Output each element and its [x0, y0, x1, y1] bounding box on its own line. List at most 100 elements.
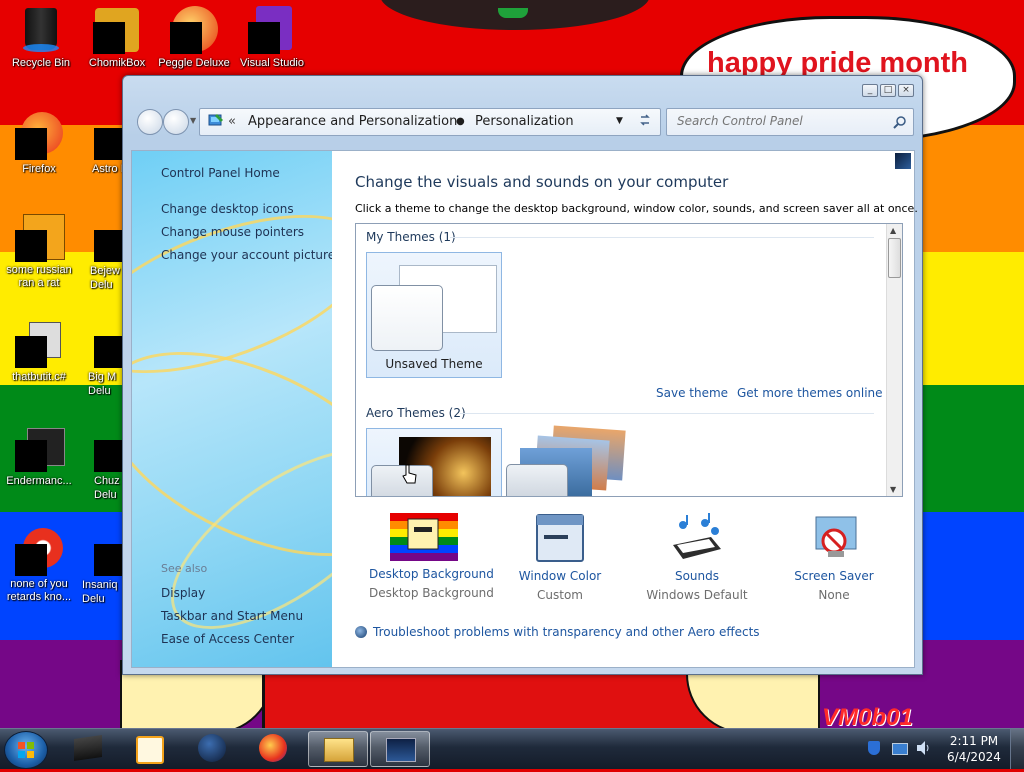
taskbar-app-window[interactable]: [370, 731, 430, 767]
search-input[interactable]: [675, 113, 889, 129]
get-more-themes-online-link[interactable]: Get more themes online: [737, 386, 883, 400]
change-desktop-icons-link[interactable]: Change desktop icons: [161, 202, 294, 216]
desktop-background-item[interactable]: Desktop Background Desktop Background: [369, 513, 494, 600]
search-box: [666, 108, 914, 136]
desktop-icon-visual-studio[interactable]: Visual Studio: [231, 6, 313, 70]
aero-theme-tile-2[interactable]: [506, 425, 626, 496]
taskbar-and-start-menu-link[interactable]: Taskbar and Start Menu: [161, 609, 303, 623]
security-shield-icon[interactable]: [868, 741, 880, 755]
control-panel-icon: [208, 112, 224, 128]
screen-saver-item[interactable]: Screen Saver None: [779, 513, 889, 602]
mouse-cursor-icon: [401, 463, 419, 489]
control-panel-icon: [324, 738, 354, 762]
control-panel-home-link[interactable]: Control Panel Home: [161, 166, 280, 180]
taskbar-app-globe[interactable]: [184, 731, 242, 765]
show-desktop-button[interactable]: [1010, 729, 1024, 769]
breadcrumb-personalization[interactable]: Personalization: [475, 114, 574, 129]
app-window-icon: [386, 738, 416, 762]
sounds-title[interactable]: Sounds: [642, 569, 752, 583]
scroll-down-icon[interactable]: ▼: [890, 485, 896, 494]
caption-buttons: _ □ ×: [862, 84, 914, 97]
ease-of-access-center-link[interactable]: Ease of Access Center: [161, 632, 294, 646]
desktop-icon-endermanch[interactable]: Endermanc...: [0, 424, 80, 488]
search-icon[interactable]: [893, 114, 907, 133]
desktop-background-icon: [390, 513, 458, 561]
forward-button[interactable]: [163, 109, 189, 135]
screen-saver-icon: [808, 513, 860, 563]
aero-theme-tile-1[interactable]: [366, 428, 502, 496]
address-bar[interactable]: « Appearance and Personalization ● Perso…: [199, 108, 661, 136]
address-dropdown-icon[interactable]: ▼: [616, 116, 623, 126]
maximize-button[interactable]: □: [880, 84, 896, 97]
theme-preview-window: [506, 464, 568, 496]
display-link[interactable]: Display: [161, 586, 205, 600]
clock-date: 6/4/2024: [947, 750, 1001, 764]
taskbar-media-player[interactable]: [120, 731, 178, 765]
main-pane: Change the visuals and sounds on your co…: [332, 151, 918, 667]
clock[interactable]: 2:11 PM 6/4/2024: [944, 733, 1004, 765]
taskbar-firefox[interactable]: [244, 731, 302, 765]
troubleshoot-link-text[interactable]: Troubleshoot problems with transparency …: [373, 625, 760, 639]
theme-list-scrollbar[interactable]: ▲ ▼: [886, 224, 902, 496]
desktop-icon-label: Endermanc...: [6, 475, 72, 487]
window-color-item[interactable]: Window Color Custom: [505, 513, 615, 602]
breadcrumb-overflow-icon[interactable]: «: [228, 114, 236, 129]
change-mouse-pointers-link[interactable]: Change mouse pointers: [161, 225, 304, 239]
taskbar-app-1[interactable]: [60, 731, 118, 765]
taskbar-control-panel[interactable]: [308, 731, 368, 767]
unsaved-theme-label: Unsaved Theme: [385, 357, 483, 371]
recent-pages-chevron-icon[interactable]: ▼: [190, 116, 196, 125]
chomikbox-icon: [93, 6, 141, 54]
desktop-icon-none-of-you-know[interactable]: none of you retards kno...: [0, 528, 80, 604]
desktop-background-title[interactable]: Desktop Background: [369, 567, 494, 581]
desktop-background-subtitle: Desktop Background: [369, 586, 494, 600]
desktop-icon-label: ChomikBox: [88, 57, 146, 69]
scroll-up-icon[interactable]: ▲: [890, 226, 896, 235]
window-color-title[interactable]: Window Color: [505, 569, 615, 583]
back-button[interactable]: [137, 109, 163, 135]
recycle-bin-icon: [17, 6, 65, 54]
drawn-character-eyes: [498, 8, 528, 18]
desktop-icon-label: Firefox: [22, 163, 56, 175]
network-icon[interactable]: [892, 743, 908, 755]
media-player-icon: [136, 736, 164, 764]
page-description: Click a theme to change the desktop back…: [355, 202, 918, 215]
desktop-icon-firefox[interactable]: Firefox: [0, 112, 80, 176]
close-button[interactable]: ×: [898, 84, 914, 97]
volume-icon[interactable]: [916, 740, 930, 756]
change-account-picture-link[interactable]: Change your account picture: [161, 248, 332, 262]
desktop-icon-label: Visual Studio: [239, 57, 304, 69]
firefox-icon: [259, 734, 287, 762]
desktop-icon-chomikbox[interactable]: ChomikBox: [76, 6, 158, 70]
save-theme-link[interactable]: Save theme: [656, 386, 728, 400]
code-file-icon: [15, 320, 63, 368]
troubleshoot-icon: [355, 626, 367, 638]
desktop-icon-some-russian-ran-a-rat[interactable]: some russian ran a rat: [0, 214, 80, 290]
globe-icon: [198, 734, 226, 762]
group-divider: [450, 237, 874, 238]
desktop-icon-label: some russian ran a rat: [6, 264, 72, 289]
breadcrumb-separator-icon[interactable]: ●: [456, 116, 465, 127]
theme-preview-window: [371, 285, 443, 351]
chrome-icon: [15, 528, 63, 576]
start-button[interactable]: [4, 731, 48, 769]
breadcrumb-appearance-and-personalization[interactable]: Appearance and Personalization: [248, 114, 457, 129]
personalization-window: _ □ × ▼ « Appearance and Personalization…: [122, 75, 923, 675]
sounds-subtitle: Windows Default: [646, 588, 748, 602]
screen-saver-subtitle: None: [818, 588, 850, 602]
system-tray: 2:11 PM 6/4/2024: [860, 729, 1024, 769]
desktop-icon-label: none of you retards kno...: [6, 578, 72, 603]
unsaved-theme-tile[interactable]: Unsaved Theme: [366, 252, 502, 378]
screen-saver-title[interactable]: Screen Saver: [779, 569, 889, 583]
desktop-icon-thatbutit-cs[interactable]: thatbutit.c#: [0, 320, 80, 384]
desktop-icon-label: Peggle Deluxe: [158, 57, 230, 69]
sounds-item[interactable]: Sounds Windows Default: [642, 513, 752, 602]
refresh-icon[interactable]: [638, 112, 652, 132]
desktop-icon-recycle-bin[interactable]: Recycle Bin: [0, 6, 82, 70]
help-icon[interactable]: [895, 153, 911, 169]
desktop-icon-peggle-deluxe[interactable]: Peggle Deluxe: [153, 6, 235, 70]
minimize-button[interactable]: _: [862, 84, 878, 97]
troubleshoot-link[interactable]: Troubleshoot problems with transparency …: [355, 625, 760, 639]
my-themes-header: My Themes (1): [366, 230, 456, 244]
scrollbar-thumb[interactable]: [888, 238, 901, 278]
